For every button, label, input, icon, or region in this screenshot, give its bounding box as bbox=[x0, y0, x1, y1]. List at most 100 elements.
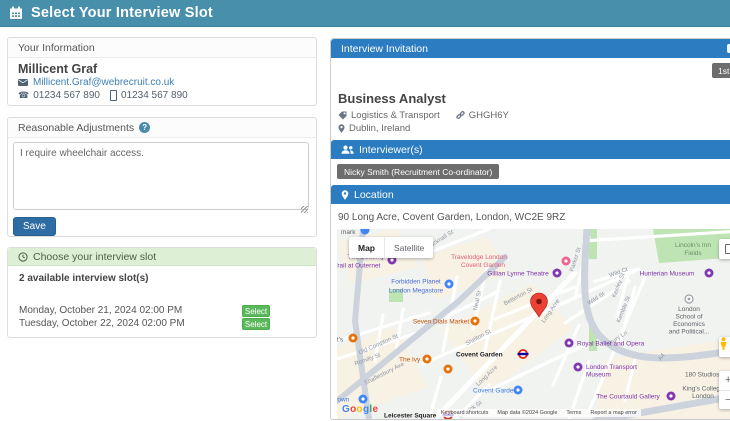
museum-icon[interactable] bbox=[704, 268, 714, 278]
map-type-control: Map Satellite bbox=[349, 237, 434, 258]
reasonable-adjustments-title: Reasonable Adjustments bbox=[18, 121, 135, 134]
select-slot-2-button[interactable]: Select bbox=[242, 318, 270, 330]
museum-icon[interactable] bbox=[573, 362, 583, 372]
slot-row-2-datetime: Tuesday, October 22, 2024 02:00 PM bbox=[19, 318, 185, 329]
poi-label: Royal Ballet and Opera bbox=[577, 341, 645, 348]
poi-label: School of bbox=[675, 314, 702, 321]
fullscreen-button[interactable] bbox=[719, 239, 730, 259]
poi-label: Covent Garden bbox=[461, 262, 505, 269]
mobile-icon bbox=[109, 90, 117, 101]
envelope-icon bbox=[18, 79, 28, 86]
slot-picker-card: Choose your interview slot 2 available i… bbox=[7, 247, 317, 338]
food-icon[interactable] bbox=[348, 333, 358, 343]
slot-picker-title: Choose your interview slot bbox=[33, 250, 157, 263]
invitation-header: Interview Invitation bbox=[331, 39, 730, 58]
poi-label: Leicester Square bbox=[384, 413, 437, 420]
poi-label: and Political... bbox=[669, 329, 710, 336]
candidate-mobile: 01234 567 890 bbox=[120, 90, 188, 101]
report-error-link[interactable]: Report a map error bbox=[590, 410, 636, 416]
food-icon[interactable] bbox=[470, 316, 480, 326]
food-icon[interactable] bbox=[443, 364, 453, 374]
poi-label: tt's bbox=[337, 337, 344, 344]
adjustments-textarea[interactable]: I require wheelchair access. bbox=[13, 142, 309, 210]
theatre-icon[interactable] bbox=[552, 268, 562, 278]
poi-label: Fields bbox=[684, 250, 702, 257]
poi-label: 180 Studios bbox=[685, 372, 720, 379]
map-marker-icon bbox=[338, 124, 345, 133]
reasonable-adjustments-header: Reasonable Adjustments ? bbox=[8, 118, 316, 138]
poi-label: Lincoln's Inn bbox=[675, 242, 711, 249]
poi-label: Travelodge London bbox=[451, 254, 507, 261]
university-icon[interactable] bbox=[684, 294, 694, 304]
satellite-button[interactable]: Satellite bbox=[384, 237, 433, 258]
underground-roundel-icon bbox=[517, 349, 529, 359]
location-body: 90 Long Acre, Covent Garden, London, WC2… bbox=[331, 204, 730, 421]
textarea-resize-handle[interactable] bbox=[301, 206, 308, 213]
poi-label: Hunterian Museum bbox=[640, 271, 695, 278]
page-header: Select Your Interview Slot bbox=[0, 0, 730, 27]
poi-label: Covent Garden bbox=[473, 388, 517, 395]
shopping-icon[interactable] bbox=[358, 394, 368, 404]
select-slot-1-button[interactable]: Select bbox=[242, 305, 270, 317]
interviewers-body: Nicky Smith (Recruitment Co-ordinator) bbox=[331, 159, 730, 185]
interviewers-header: Interviewer(s) bbox=[331, 140, 730, 159]
your-information-title: Your Information bbox=[18, 41, 95, 54]
interview-address: 90 Long Acre, Covent Garden, London, WC2… bbox=[338, 212, 566, 223]
poi-label: atown bbox=[337, 397, 350, 404]
poi-label: Covent Garden bbox=[456, 352, 503, 359]
save-button[interactable]: Save bbox=[13, 217, 56, 236]
gallery-icon[interactable] bbox=[666, 391, 676, 401]
job-city: Dublin, Ireland bbox=[349, 123, 411, 134]
poi-label: Gillian Lynne Theatre bbox=[487, 271, 549, 278]
keyboard-shortcuts-link[interactable]: Keyboard shortcuts bbox=[441, 410, 488, 416]
google-logo: Google bbox=[342, 404, 378, 415]
location-marker-icon bbox=[341, 189, 349, 200]
candidate-email-link[interactable]: Millicent.Graf@webrecruit.co.uk bbox=[33, 77, 174, 88]
your-information-header: Your Information bbox=[8, 38, 316, 58]
link-icon bbox=[456, 111, 465, 120]
poi-label: London Transport bbox=[586, 364, 637, 371]
poi-label: Seven Dials Market bbox=[413, 319, 470, 326]
help-icon[interactable]: ? bbox=[139, 122, 151, 133]
map-data-text: Map data ©2024 Google bbox=[497, 410, 558, 416]
hotel-icon[interactable] bbox=[561, 256, 571, 266]
invitation-body: 1st Interview Business Analyst Logistics… bbox=[331, 58, 730, 140]
zoom-control: + − bbox=[719, 371, 730, 409]
users-icon bbox=[341, 145, 354, 154]
candidate-name: Millicent Graf bbox=[18, 62, 98, 76]
slot-count: 2 available interview slot(s) bbox=[19, 273, 149, 284]
logo-letter: e bbox=[372, 404, 379, 415]
phone-icon: ☎ bbox=[18, 90, 30, 100]
page-title: Select Your Interview Slot bbox=[31, 5, 213, 21]
zoom-in-button[interactable]: + bbox=[719, 371, 730, 391]
poi-label: Forbidden Planet bbox=[391, 279, 441, 286]
pegman-icon bbox=[720, 337, 727, 350]
google-map[interactable]: Bucknall St Neal St Betterton St Shelton… bbox=[337, 229, 730, 419]
pegman-button[interactable] bbox=[719, 337, 730, 357]
poi-label: The Courtauld Gallery bbox=[596, 394, 660, 401]
poi-label: London Megastore bbox=[389, 288, 444, 295]
calendar-icon bbox=[9, 6, 23, 20]
zoom-out-button[interactable]: − bbox=[719, 391, 730, 410]
poi-label: London bbox=[692, 393, 714, 400]
shop-icon[interactable] bbox=[513, 385, 523, 395]
poi-label: Trail at Outernet bbox=[337, 263, 381, 270]
shop-icon[interactable] bbox=[444, 279, 454, 289]
tag-icon bbox=[338, 111, 347, 120]
job-reference: GHGH6Y bbox=[468, 110, 509, 121]
map-button[interactable]: Map bbox=[349, 237, 384, 258]
job-sector: Logistics & Transport bbox=[351, 110, 440, 121]
reasonable-adjustments-card: Reasonable Adjustments ? I require wheel… bbox=[7, 117, 317, 237]
invitation-card: Interview Invitation 1st Interview Busin… bbox=[330, 38, 730, 420]
terms-link[interactable]: Terms bbox=[566, 410, 581, 416]
stage-badge: 1st Interview bbox=[712, 63, 730, 78]
food-icon[interactable] bbox=[422, 354, 432, 364]
theatre-icon[interactable] bbox=[564, 338, 574, 348]
poi-label: Museum bbox=[586, 372, 611, 379]
poi-label: Economics bbox=[673, 321, 706, 328]
clock-icon bbox=[18, 251, 28, 262]
interviewers-title: Interviewer(s) bbox=[359, 143, 423, 156]
invitation-title: Interview Invitation bbox=[341, 42, 428, 55]
poi-label: mark bbox=[341, 229, 356, 236]
slot-picker-header: Choose your interview slot bbox=[8, 248, 316, 266]
